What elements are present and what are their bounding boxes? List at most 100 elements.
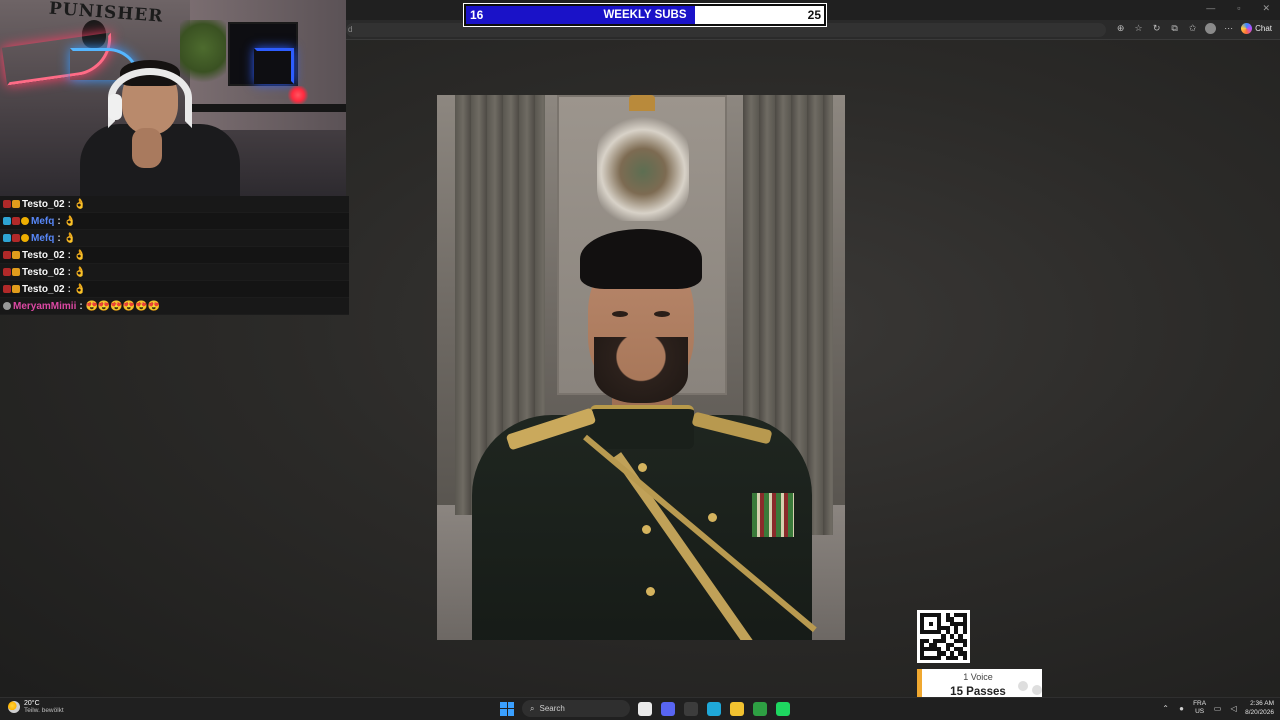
taskbar-search[interactable]: ⌕ Search <box>522 700 630 717</box>
system-tray: ⌃ ● FRA US ▭ ◁ 2:36 AM 8/20/2026 <box>1161 699 1274 717</box>
chat-badges <box>3 217 29 225</box>
badge-red-icon <box>12 234 20 242</box>
clock-time: 2:36 AM <box>1250 700 1274 707</box>
chat-message: Mefq: 👌 <box>0 230 349 247</box>
chat-username[interactable]: MeryamMimii <box>13 301 76 312</box>
red-lamp <box>286 86 310 104</box>
refresh-icon[interactable]: ↻ <box>1151 23 1162 34</box>
edge-taskbar-icon[interactable] <box>707 701 721 716</box>
folder-taskbar-icon[interactable] <box>730 701 744 716</box>
chat-username[interactable]: Mefq <box>31 233 54 244</box>
lang-bottom: US <box>1195 708 1205 715</box>
badge-coin-icon <box>21 234 29 242</box>
chat-message: Testo_02: 👌 <box>0 247 349 264</box>
chat-badges <box>3 285 20 293</box>
window-controls: — ▫ ✕ <box>1206 3 1270 14</box>
beard <box>594 337 688 403</box>
copilot-chat-button[interactable]: Chat <box>1241 23 1272 34</box>
chat-text: 👌 <box>63 232 76 244</box>
file-explorer-taskbar-icon[interactable] <box>638 701 652 716</box>
xbox-taskbar-icon[interactable] <box>753 701 767 716</box>
badge-blue-icon <box>3 217 11 225</box>
uniform-button <box>708 513 717 522</box>
chat-username[interactable]: Testo_02 <box>22 267 65 278</box>
maximize-icon[interactable]: ▫ <box>1237 3 1240 14</box>
obs-taskbar-icon[interactable] <box>684 701 698 716</box>
badge-gold-icon <box>12 285 20 293</box>
headphone-cup <box>108 94 122 120</box>
qr-code <box>917 610 970 663</box>
passes-voice: 1 Voice <box>963 672 993 682</box>
close-icon[interactable]: ✕ <box>1262 3 1270 14</box>
taskbar-apps: ⌕ Search <box>500 700 790 717</box>
chat-label: Chat <box>1255 24 1272 33</box>
chat-text: 👌 <box>73 266 87 278</box>
microphone-icon[interactable]: ● <box>1177 704 1186 713</box>
more-icon[interactable]: ⋯ <box>1223 23 1234 34</box>
chat-text: 😍😍😍😍😍😍 <box>85 300 161 312</box>
extensions-icon[interactable]: ⧉ <box>1169 23 1180 34</box>
profile-icon[interactable] <box>1205 23 1217 34</box>
weather-temp: 20°C <box>24 700 40 707</box>
zoom-icon[interactable]: ⊕ <box>1115 23 1126 34</box>
language-indicator[interactable]: FRA US <box>1193 700 1206 716</box>
portrait-image <box>437 95 845 640</box>
badge-red-icon <box>12 217 20 225</box>
windows-taskbar: 20°C Teilw. bewölkt ⌕ Search ⌃ ● FRA US … <box>0 697 1280 720</box>
chat-overlay: Testo_02: 👌 Mefq: 👌 Mefq: 👌 Testo_02: 👌 Test… <box>0 196 349 315</box>
uniform-button <box>642 525 651 534</box>
badge-gold-icon <box>12 251 20 259</box>
chevron-up-icon[interactable]: ⌃ <box>1161 704 1170 713</box>
chat-username[interactable]: Testo_02 <box>22 284 65 295</box>
webcam-overlay: PUNISHER <box>0 0 346 196</box>
chat-message: MeryamMimii: 😍😍😍😍😍😍 <box>0 298 349 315</box>
chat-message: Mefq: 👌 <box>0 213 349 230</box>
network-icon[interactable]: ▭ <box>1213 704 1222 713</box>
badge-gold-icon <box>12 200 20 208</box>
browser-toolbar-icons: ⊕ ☆ ↻ ⧉ ✩ ⋯ Chat <box>1115 23 1272 34</box>
discord-taskbar-icon[interactable] <box>661 701 675 716</box>
uniform-button <box>638 463 647 472</box>
badge-grey-icon <box>3 302 11 310</box>
pinned-apps <box>638 701 790 716</box>
chat-username[interactable]: Testo_02 <box>22 250 65 261</box>
clock-date: 8/20/2026 <box>1245 709 1274 716</box>
qr-module <box>962 655 967 660</box>
tv-glow <box>254 48 294 84</box>
chat-message: Testo_02: 👌 <box>0 264 349 281</box>
badge-red-icon <box>3 285 11 293</box>
chat-username[interactable]: Mefq <box>31 216 54 227</box>
chat-message: Testo_02: 👌 <box>0 281 349 298</box>
chat-badges <box>3 234 29 242</box>
crest-crown <box>629 95 655 111</box>
copilot-icon <box>1241 23 1253 34</box>
clock[interactable]: 2:36 AM 8/20/2026 <box>1245 699 1274 717</box>
chat-text: 👌 <box>73 198 87 210</box>
chat-username[interactable]: Testo_02 <box>22 199 65 210</box>
chat-badges <box>3 251 20 259</box>
badge-red-icon <box>3 200 11 208</box>
weekly-subs-bar: WEEKLY SUBS 16 25 <box>463 3 827 27</box>
streamer-hand <box>132 128 162 168</box>
minimize-icon[interactable]: — <box>1206 3 1215 14</box>
uniformed-man <box>462 225 822 640</box>
subs-title: WEEKLY SUBS <box>603 9 687 21</box>
spotify-taskbar-icon[interactable] <box>776 701 790 716</box>
badge-coin-icon <box>21 217 29 225</box>
chat-badges <box>3 302 11 310</box>
pass-dot <box>1032 685 1042 695</box>
uniform-button <box>646 587 655 596</box>
search-icon: ⌕ <box>530 703 535 713</box>
badge-red-icon <box>3 251 11 259</box>
streamer <box>80 58 250 196</box>
badge-red-icon <box>3 268 11 276</box>
start-icon[interactable] <box>500 701 514 716</box>
chat-badges <box>3 200 20 208</box>
volume-icon[interactable]: ◁ <box>1229 704 1238 713</box>
favorites-icon[interactable]: ✩ <box>1187 23 1198 34</box>
weather-widget[interactable]: 20°C Teilw. bewölkt <box>8 700 64 714</box>
badge-blue-icon <box>3 234 11 242</box>
lang-top: FRA <box>1193 700 1207 707</box>
star-icon[interactable]: ☆ <box>1133 23 1144 34</box>
pass-dot <box>1018 681 1028 691</box>
